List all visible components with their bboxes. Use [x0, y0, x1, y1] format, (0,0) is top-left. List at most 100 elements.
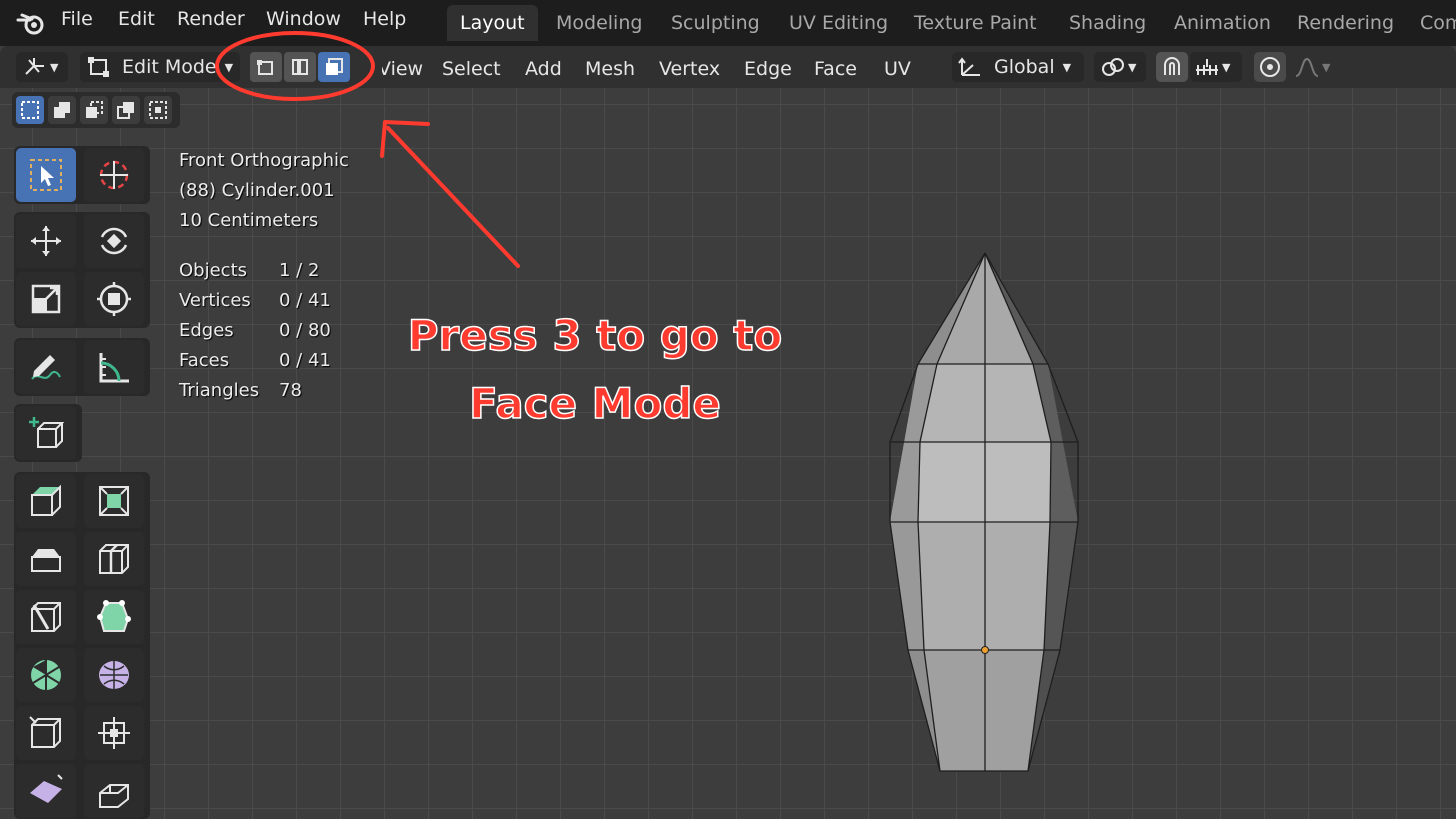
extrude-region-tool[interactable] [16, 474, 76, 528]
select-extend-button[interactable] [48, 96, 76, 124]
menu-file[interactable]: File [61, 8, 93, 30]
menu-window[interactable]: Window [266, 8, 341, 30]
select-box-icon [30, 159, 62, 191]
snap-target-dropdown[interactable]: ▼ [1190, 52, 1242, 82]
menu-mesh[interactable]: Mesh [585, 58, 635, 80]
edge-slide-tool[interactable] [16, 706, 76, 760]
add-cube-icon [29, 417, 64, 448]
tab-uv-editing[interactable]: UV Editing [776, 5, 901, 41]
falloff-dropdown[interactable]: ▼ [1290, 52, 1342, 82]
proportional-edit-icon [1260, 57, 1280, 77]
rotate-tool[interactable] [84, 214, 144, 268]
stat-label: Faces [179, 350, 230, 371]
stat-faces: Faces 0 / 41 [179, 346, 331, 376]
orientation-icon [958, 57, 980, 76]
tab-sculpting[interactable]: Sculpting [658, 5, 773, 41]
annotation-text: Press 3 to go to Face Mode [380, 302, 810, 438]
transform-tool[interactable] [84, 272, 144, 326]
stat-value: 78 [279, 380, 302, 401]
stat-vertices: Vertices 0 / 41 [179, 286, 331, 316]
shrink-fatten-tool[interactable] [84, 706, 144, 760]
3d-viewport[interactable]: Front Orthographic (88) Cylinder.001 10 … [0, 31, 1456, 819]
bevel-tool[interactable] [16, 532, 76, 586]
tab-modeling[interactable]: Modeling [543, 5, 655, 41]
edge-slide-icon [29, 716, 61, 748]
move-tool[interactable] [16, 214, 76, 268]
tab-compositing[interactable]: Com [1407, 5, 1456, 41]
stat-value: 1 / 2 [279, 260, 320, 281]
menu-select[interactable]: Select [442, 58, 501, 80]
annotate-tool[interactable] [16, 340, 76, 394]
menu-edit[interactable]: Edit [118, 8, 155, 30]
tool-group-mesh [14, 472, 150, 819]
select-invert-button[interactable] [112, 96, 140, 124]
view-name: Front Orthographic [179, 150, 349, 171]
menu-help[interactable]: Help [363, 8, 406, 30]
select-intersect-button[interactable] [144, 96, 172, 124]
stat-label: Edges [179, 320, 234, 341]
cursor-tool[interactable] [84, 148, 144, 202]
scale-icon [31, 284, 61, 314]
editor-type-dropdown[interactable]: ▼ [16, 52, 68, 82]
stat-edges: Edges 0 / 80 [179, 316, 331, 346]
poly-build-tool[interactable] [84, 590, 144, 644]
loop-cut-tool[interactable] [84, 532, 144, 586]
blender-logo-icon[interactable] [16, 10, 46, 36]
annotation-line-2: Face Mode [468, 378, 721, 429]
stat-label: Objects [179, 260, 248, 281]
magnet-icon [1164, 57, 1180, 75]
inset-faces-icon [99, 486, 129, 516]
snap-toggle[interactable] [1156, 52, 1188, 82]
axes-icon [25, 58, 44, 75]
stat-value: 0 / 41 [279, 290, 331, 311]
menu-vertex[interactable]: Vertex [659, 58, 720, 80]
edit-mode-icon [88, 57, 109, 77]
stat-objects: Objects 1 / 2 [179, 256, 319, 286]
smooth-icon [99, 661, 129, 689]
select-box-tool[interactable] [16, 148, 76, 202]
menu-view[interactable]: View [382, 58, 423, 80]
menu-add[interactable]: Add [525, 58, 562, 80]
menu-uv[interactable]: UV [884, 58, 911, 80]
proportional-editing-toggle[interactable] [1254, 52, 1286, 82]
bevel-icon [31, 549, 61, 572]
measure-tool[interactable] [84, 340, 144, 394]
smooth-tool[interactable] [84, 648, 144, 702]
pivot-point-dropdown[interactable]: ▼ [1094, 52, 1146, 82]
menu-render[interactable]: Render [177, 8, 245, 30]
add-cube-tool[interactable] [16, 406, 76, 460]
select-subtract-button[interactable] [80, 96, 108, 124]
select-new-button[interactable] [16, 96, 44, 124]
tab-layout[interactable]: Layout [447, 5, 538, 41]
scale-tool[interactable] [16, 272, 76, 326]
tool-group-add [14, 404, 82, 462]
tab-animation[interactable]: Animation [1161, 5, 1284, 41]
annotation-circle [215, 31, 375, 101]
tool-group-select [14, 146, 150, 204]
stat-label: Triangles [179, 380, 260, 401]
mesh-object[interactable] [870, 238, 1100, 778]
tab-rendering[interactable]: Rendering [1284, 5, 1407, 41]
shear-tool[interactable] [16, 764, 76, 818]
inset-faces-tool[interactable] [84, 474, 144, 528]
select-invert-icon [117, 102, 134, 119]
measure-icon [99, 353, 129, 383]
chevron-down-icon: ▼ [1128, 60, 1137, 74]
tab-texture-paint[interactable]: Texture Paint [901, 5, 1050, 41]
transform-orientation-dropdown[interactable]: Global ▼ [952, 52, 1084, 82]
falloff-curve-icon [1295, 57, 1319, 77]
shrink-fatten-icon [98, 717, 130, 749]
pivot-icon [1102, 58, 1124, 76]
menu-edge[interactable]: Edge [744, 58, 792, 80]
menu-face[interactable]: Face [814, 58, 857, 80]
stat-value: 0 / 41 [279, 350, 331, 371]
tab-shading[interactable]: Shading [1056, 5, 1159, 41]
shear-icon [30, 774, 63, 803]
extrude-region-icon [31, 484, 61, 516]
select-mode-toolbar [12, 92, 180, 128]
rip-tool[interactable] [84, 764, 144, 818]
mode-label: Edit Mode [122, 56, 217, 78]
spin-tool[interactable] [16, 648, 76, 702]
knife-tool[interactable] [16, 590, 76, 644]
knife-icon [31, 602, 61, 632]
